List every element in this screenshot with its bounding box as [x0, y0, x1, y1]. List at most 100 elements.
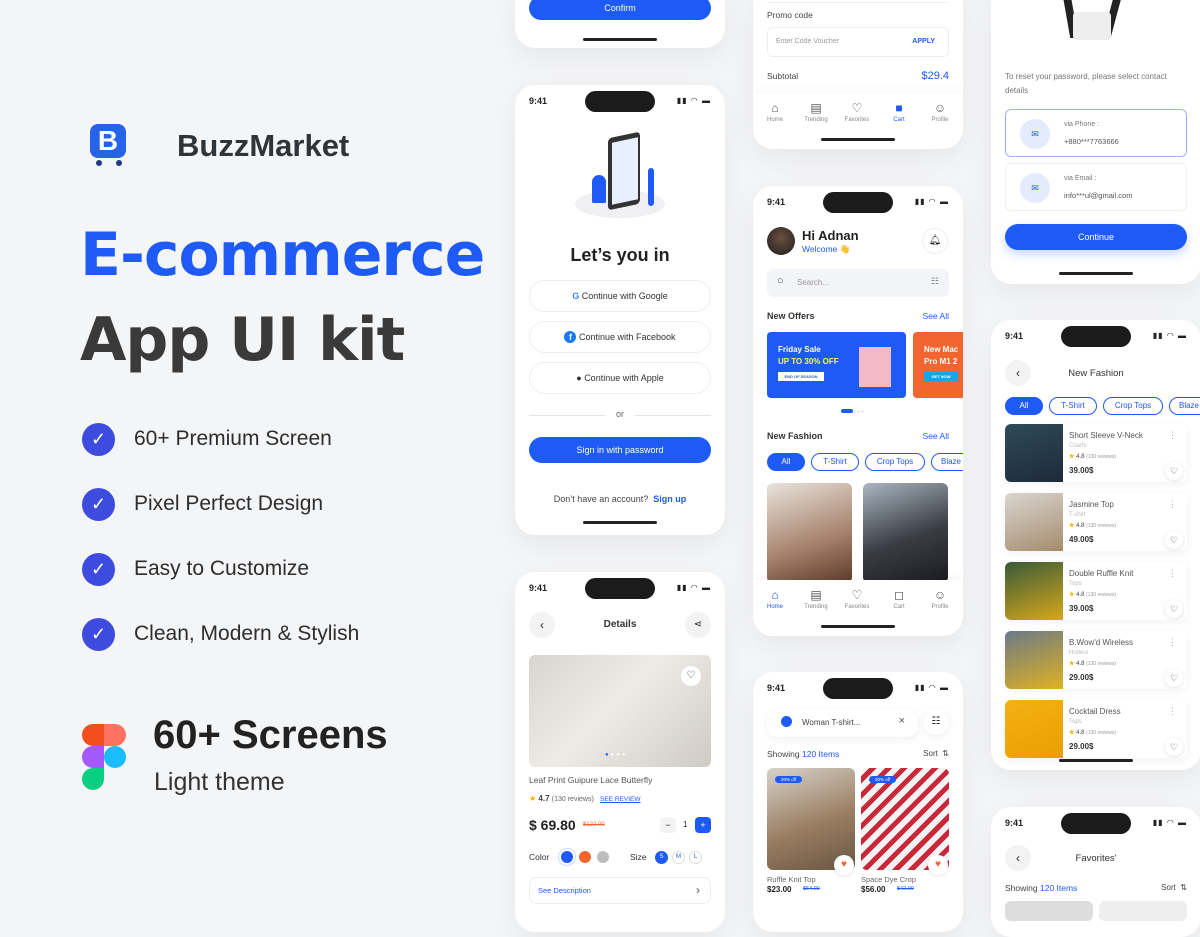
logo-letter: B	[90, 124, 126, 158]
chip-crop-tops[interactable]: Crop Tops	[865, 453, 925, 471]
heart-icon[interactable]: ♡	[1165, 600, 1183, 618]
sort-button[interactable]: Sort ⇅	[923, 749, 949, 758]
heart-icon: ♡	[851, 588, 863, 602]
notification-button[interactable]: 🔔︎	[922, 228, 948, 254]
product-thumbnail	[1005, 562, 1063, 620]
list-item[interactable]: Short Sleeve V-Neck Coarts ★ 4.8 (130 re…	[1005, 424, 1187, 482]
chip-tshirt[interactable]: T-Shirt	[1049, 397, 1097, 415]
via-phone-option[interactable]: ✉ via Phone : +880***7763666	[1005, 109, 1187, 157]
filter-icon[interactable]: ☷	[931, 276, 939, 287]
more-options-icon[interactable]: ⋮	[1168, 430, 1177, 441]
sign-up-link[interactable]: Sign up	[653, 494, 686, 504]
color-swatch-gray[interactable]	[597, 851, 609, 863]
size-l[interactable]: L	[689, 851, 702, 864]
search-input[interactable]: ○ Search... ☷	[767, 269, 949, 297]
heart-icon[interactable]: ♡	[1165, 738, 1183, 756]
facebook-icon: f	[564, 331, 577, 343]
quantity-decrease-button[interactable]: −	[660, 817, 676, 833]
color-swatch-blue[interactable]	[561, 851, 573, 863]
search-icon	[781, 716, 792, 727]
list-item[interactable]: B.Wow'd Wireless Hodeui ★ 4.8 (130 revie…	[1005, 631, 1187, 689]
see-all-offers-link[interactable]: See All	[923, 311, 949, 321]
offer-banner-mac[interactable]: New Mac Pro M1 2 GET NOW	[913, 332, 963, 398]
offer-banner-friday-sale[interactable]: Friday Sale UP TO 30% OFF END OF SEASON	[767, 332, 906, 398]
chip-crop-tops[interactable]: Crop Tops	[1103, 397, 1163, 415]
product-card-image[interactable]	[863, 483, 948, 583]
quantity-value: 1	[683, 820, 688, 829]
size-s[interactable]: S	[655, 851, 668, 864]
nav-home[interactable]: ⌂ Home	[755, 588, 795, 610]
chip-tshirt[interactable]: T-Shirt	[811, 453, 859, 471]
size-m[interactable]: M	[672, 851, 685, 864]
heart-icon: ♡	[851, 101, 863, 115]
google-icon: G	[572, 291, 580, 301]
new-offers-title: New Offers	[767, 311, 815, 321]
nav-profile[interactable]: ☺ Profile	[920, 101, 960, 123]
promo-input[interactable]: Enter Code Voucher APPLY	[767, 27, 949, 57]
list-item[interactable]: Double Ruffle Knit Tops ★ 4.8 (130 revie…	[1005, 562, 1187, 620]
avatar[interactable]	[767, 227, 795, 255]
product-rating: ★ 4.8 (130 reviews)	[1069, 730, 1117, 736]
see-review-link[interactable]: SEE REVIEW	[600, 796, 640, 803]
favorite-button[interactable]: ♥	[834, 855, 854, 875]
more-options-icon[interactable]: ⋮	[1168, 637, 1177, 648]
google-login-button[interactable]: G Continue with Google	[529, 280, 711, 312]
search-input[interactable]: Woman T-shirt... ×	[767, 709, 917, 737]
chip-blazer[interactable]: Blaze	[1169, 397, 1200, 415]
status-time: 9:41	[767, 683, 786, 693]
more-options-icon[interactable]: ⋮	[1168, 568, 1177, 579]
quantity-increase-button[interactable]: +	[695, 817, 711, 833]
sign-in-password-button[interactable]: Sign in with password	[529, 437, 711, 463]
chip-all[interactable]: All	[1005, 397, 1043, 415]
heart-icon[interactable]: ♡	[1165, 531, 1183, 549]
continue-button[interactable]: Continue	[1005, 224, 1187, 250]
filter-button[interactable]: ☷	[923, 709, 949, 735]
size-label: Size	[630, 852, 647, 862]
screens-count: 60+ Screens	[153, 713, 388, 757]
star-icon: ★	[1069, 523, 1075, 529]
page-title: Favorites'	[1075, 853, 1117, 864]
facebook-login-button[interactable]: f Continue with Facebook	[529, 321, 711, 353]
list-item[interactable]: Cocktail Dress Tops ★ 4.8 (130 reviews) …	[1005, 700, 1187, 758]
nav-trending[interactable]: ▤ Trending	[796, 588, 836, 610]
clear-icon[interactable]: ×	[899, 715, 905, 727]
nav-cart[interactable]: ◻ Cart	[879, 588, 919, 610]
nav-trending[interactable]: ▤ Trending	[796, 101, 836, 123]
heart-icon[interactable]: ♡	[1165, 669, 1183, 687]
chevron-right-icon: ›	[696, 883, 700, 897]
nav-home[interactable]: ⌂ Home	[755, 101, 795, 123]
nav-profile[interactable]: ☺ Profile	[920, 588, 960, 610]
apply-button[interactable]: APPLY	[912, 38, 935, 45]
color-swatch-orange[interactable]	[579, 851, 591, 863]
hero-title: E-commerce	[80, 220, 485, 290]
more-options-icon[interactable]: ⋮	[1168, 499, 1177, 510]
see-description-button[interactable]: See Description ›	[529, 877, 711, 904]
favorite-button[interactable]: ♡	[681, 666, 701, 686]
apple-login-button[interactable]: ● Continue with Apple	[529, 362, 711, 394]
showing-label: Showing	[1005, 883, 1038, 893]
confirm-button[interactable]: Confirm	[529, 0, 711, 20]
heart-icon[interactable]: ♡	[1165, 462, 1183, 480]
chip-all[interactable]: All	[767, 453, 805, 471]
sort-button[interactable]: Sort ⇅	[1161, 883, 1187, 892]
favorite-button[interactable]: ♥	[928, 855, 948, 875]
list-item[interactable]: Jasmine Top T-shirt ★ 4.8 (130 reviews) …	[1005, 493, 1187, 551]
chip-blazer[interactable]: Blaze	[931, 453, 963, 471]
product-category: Tops	[1069, 719, 1082, 725]
profile-icon: ☺	[933, 588, 947, 602]
login-screen: 9:41 ▮▮ ◠ ▬ Let’s you in G Continue with …	[515, 85, 725, 535]
discount-badge: 20% off	[775, 776, 803, 783]
cart-icon: ◻	[894, 588, 904, 602]
via-email-option[interactable]: ✉ via Email : info***ul@gmail.com	[1005, 163, 1187, 211]
more-options-icon[interactable]: ⋮	[1168, 706, 1177, 717]
brand-name: BuzzMarket	[177, 128, 350, 163]
nav-favorites[interactable]: ♡ Favorites	[837, 588, 877, 610]
share-button[interactable]: ⋖	[685, 612, 711, 638]
see-all-fashion-link[interactable]: See All	[923, 431, 949, 441]
discount-badge: 20% off	[869, 776, 897, 783]
nav-cart[interactable]: ■ Cart	[879, 101, 919, 123]
product-rating: ★ 4.8 (130 reviews)	[1069, 592, 1117, 598]
nav-favorites[interactable]: ♡ Favorites	[837, 101, 877, 123]
product-card-image[interactable]	[767, 483, 852, 583]
items-count: 120 Items	[801, 749, 840, 759]
